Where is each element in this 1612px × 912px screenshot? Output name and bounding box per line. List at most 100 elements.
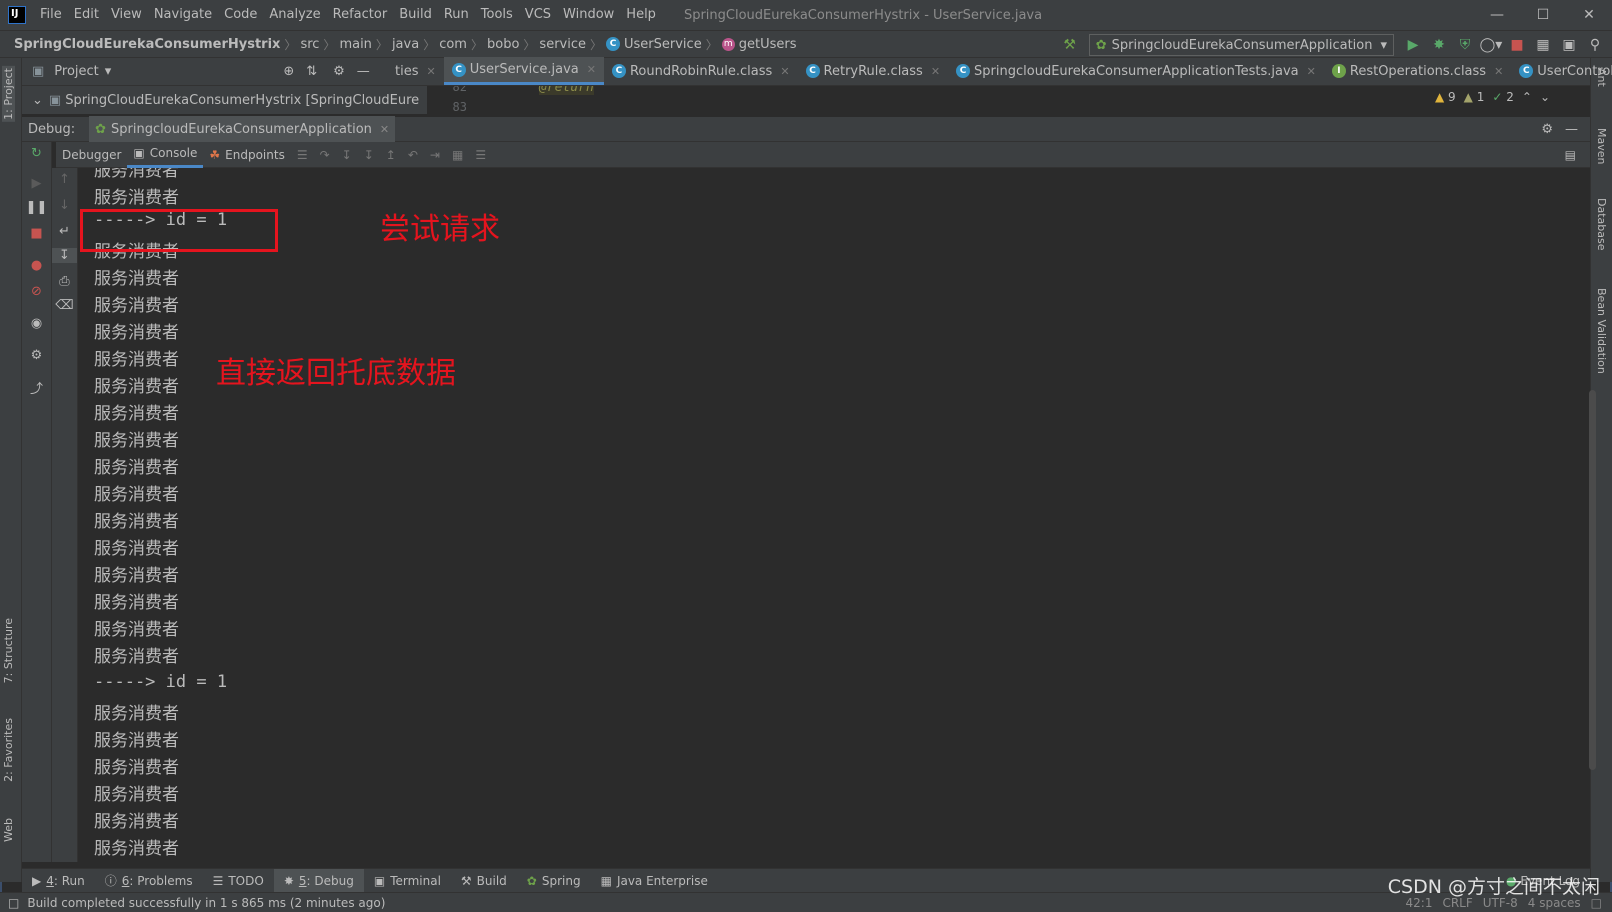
breadcrumb-service[interactable]: service: [535, 37, 590, 52]
stop-icon[interactable]: ■: [1504, 32, 1530, 58]
close-icon[interactable]: ✕: [780, 65, 789, 78]
menu-navigate[interactable]: Navigate: [148, 0, 218, 30]
tab-restoperations[interactable]: I RestOperations.class ✕: [1324, 57, 1511, 85]
gear-icon[interactable]: ⚙: [22, 348, 51, 363]
layout-icon[interactable]: ▤: [1559, 142, 1582, 168]
breadcrumb-main[interactable]: main: [335, 37, 375, 52]
resume-icon[interactable]: ▶: [22, 176, 51, 191]
trash-icon[interactable]: ⌫: [52, 298, 77, 313]
view-breakpoints-icon[interactable]: ●: [22, 258, 51, 273]
bottom-tab-debug[interactable]: ✸ 5: Debug: [273, 868, 364, 893]
chevron-up-icon[interactable]: ⌃: [1522, 90, 1532, 104]
bottom-tab-build[interactable]: ⚒ Build: [451, 874, 517, 888]
debug-session-tab[interactable]: ✿ SpringcloudEurekaConsumerApplication ✕: [89, 116, 396, 142]
bottom-tab-todo[interactable]: ☰ TODO: [203, 874, 274, 888]
menu-window[interactable]: Window: [557, 0, 620, 30]
search-icon[interactable]: ⚲: [1582, 32, 1608, 58]
menu-edit[interactable]: Edit: [68, 0, 105, 30]
profiler-icon[interactable]: ◯▾: [1478, 32, 1504, 58]
tab-usercontroller[interactable]: CUserController.java: [1511, 57, 1612, 85]
step-over-icon[interactable]: ↷: [314, 142, 336, 168]
close-icon[interactable]: ✕: [1307, 65, 1316, 78]
locate-icon[interactable]: ⊕: [283, 64, 294, 79]
project-panel-title[interactable]: Project: [54, 64, 98, 79]
bottom-tab-problems[interactable]: ⓘ 6: Problems: [95, 872, 203, 889]
layout-icon[interactable]: ▣: [1556, 32, 1582, 58]
menu-build[interactable]: Build: [393, 0, 438, 30]
drop-frame-icon[interactable]: ↶: [402, 142, 424, 168]
hammer-build-icon[interactable]: ⚒: [1057, 32, 1083, 58]
close-button[interactable]: ✕: [1566, 0, 1612, 30]
force-step-into-icon[interactable]: ↧: [358, 142, 380, 168]
tab-roundrobinrule[interactable]: C RoundRobinRule.class ✕: [604, 57, 798, 85]
breadcrumb-userservice[interactable]: C UserService: [602, 37, 706, 52]
tab-userservice[interactable]: C UserService.java ✕: [443, 57, 604, 85]
breadcrumb-getusers[interactable]: m getUsers: [718, 37, 801, 52]
status-toggle-icon[interactable]: □: [8, 896, 19, 910]
stripe-favorites[interactable]: 2: Favorites: [2, 718, 15, 782]
menu-icon[interactable]: ☰: [291, 142, 314, 168]
evaluate-icon[interactable]: ▦: [446, 142, 469, 168]
bottom-tab-terminal[interactable]: ▣ Terminal: [364, 874, 451, 888]
tab-endpoints[interactable]: ☘ Endpoints: [203, 142, 290, 168]
close-icon[interactable]: ✕: [426, 65, 435, 78]
inspection-widget[interactable]: ▲ 9 ▲ 1 ✓ 2 ⌃ ⌄: [1435, 90, 1550, 104]
menu-tools[interactable]: Tools: [475, 0, 519, 30]
mute-breakpoints-icon[interactable]: ⊘: [22, 284, 51, 299]
arrow-up-icon[interactable]: ↑: [52, 172, 77, 187]
step-into-icon[interactable]: ↧: [336, 142, 358, 168]
breadcrumb-src[interactable]: src: [296, 37, 323, 52]
stripe-database[interactable]: Database: [1595, 198, 1608, 251]
bottom-tab-spring[interactable]: ✿ Spring: [517, 874, 591, 888]
close-icon[interactable]: ✕: [587, 63, 596, 76]
close-icon[interactable]: ✕: [931, 65, 940, 78]
pin-icon[interactable]: ⤴: [22, 378, 51, 397]
project-tree-root[interactable]: ⌄ ▣ SpringCloudEurekaConsumerHystrix [Sp…: [22, 86, 427, 114]
project-structure-icon[interactable]: ▦: [1530, 32, 1556, 58]
stripe-bean-validation[interactable]: Bean Validation: [1595, 288, 1608, 374]
menu-code[interactable]: Code: [218, 0, 263, 30]
close-icon[interactable]: ✕: [380, 123, 389, 136]
stripe-project[interactable]: 1: Project: [2, 66, 15, 122]
pause-icon[interactable]: ❚❚: [22, 200, 51, 215]
run-to-cursor-icon[interactable]: ⇥: [424, 142, 446, 168]
hide-icon[interactable]: —: [357, 64, 370, 79]
collapse-icon[interactable]: ⇅: [306, 64, 317, 79]
breadcrumb-project[interactable]: SpringCloudEurekaConsumerHystrix: [10, 37, 284, 52]
menu-file[interactable]: File: [34, 0, 68, 30]
console-output[interactable]: 服务消费者 服务消费者 -----> id = 1 服务消费者 服务消费者 服务…: [80, 168, 1576, 862]
gear-icon[interactable]: ⚙: [1541, 122, 1553, 137]
menu-help[interactable]: Help: [620, 0, 662, 30]
stripe-web[interactable]: Web: [2, 818, 15, 842]
stop-icon[interactable]: ■: [22, 226, 51, 241]
menu-refactor[interactable]: Refactor: [327, 0, 394, 30]
coverage-icon[interactable]: ⛨: [1452, 32, 1478, 58]
tab-retryrule[interactable]: C RetryRule.class ✕: [798, 57, 949, 85]
tab-console[interactable]: ▣ Console: [127, 142, 204, 168]
breadcrumb-com[interactable]: com: [435, 37, 471, 52]
minimize-button[interactable]: —: [1474, 0, 1520, 30]
maximize-button[interactable]: ☐: [1520, 0, 1566, 30]
rerun-icon[interactable]: ↻: [22, 146, 51, 161]
bottom-tab-java-enterprise[interactable]: ▦ Java Enterprise: [591, 874, 718, 888]
menu-vcs[interactable]: VCS: [519, 0, 557, 30]
console-scrollbar[interactable]: [1589, 390, 1596, 770]
camera-icon[interactable]: ◉: [22, 316, 51, 331]
bottom-tab-run[interactable]: ▶ 4: Run: [22, 874, 95, 888]
debug-icon[interactable]: ✸: [1426, 32, 1452, 58]
run-icon[interactable]: ▶: [1400, 32, 1426, 58]
step-out-icon[interactable]: ↥: [380, 142, 402, 168]
trace-icon[interactable]: ☰: [469, 142, 492, 168]
stripe-structure[interactable]: 7: Structure: [2, 618, 15, 683]
hide-icon[interactable]: —: [1565, 122, 1578, 137]
tab-debugger[interactable]: Debugger: [56, 142, 127, 168]
run-config-selector[interactable]: ✿ SpringcloudEurekaConsumerApplication ▾: [1088, 34, 1394, 56]
menu-view[interactable]: View: [105, 0, 148, 30]
close-icon[interactable]: ✕: [1494, 65, 1503, 78]
scroll-to-end-icon[interactable]: ↧: [52, 248, 77, 263]
breadcrumb-bobo[interactable]: bobo: [483, 37, 523, 52]
stripe-maven[interactable]: Maven: [1595, 128, 1608, 164]
menu-analyze[interactable]: Analyze: [263, 0, 326, 30]
print-icon[interactable]: ⎙: [52, 274, 77, 289]
breadcrumb-java[interactable]: java: [388, 37, 423, 52]
